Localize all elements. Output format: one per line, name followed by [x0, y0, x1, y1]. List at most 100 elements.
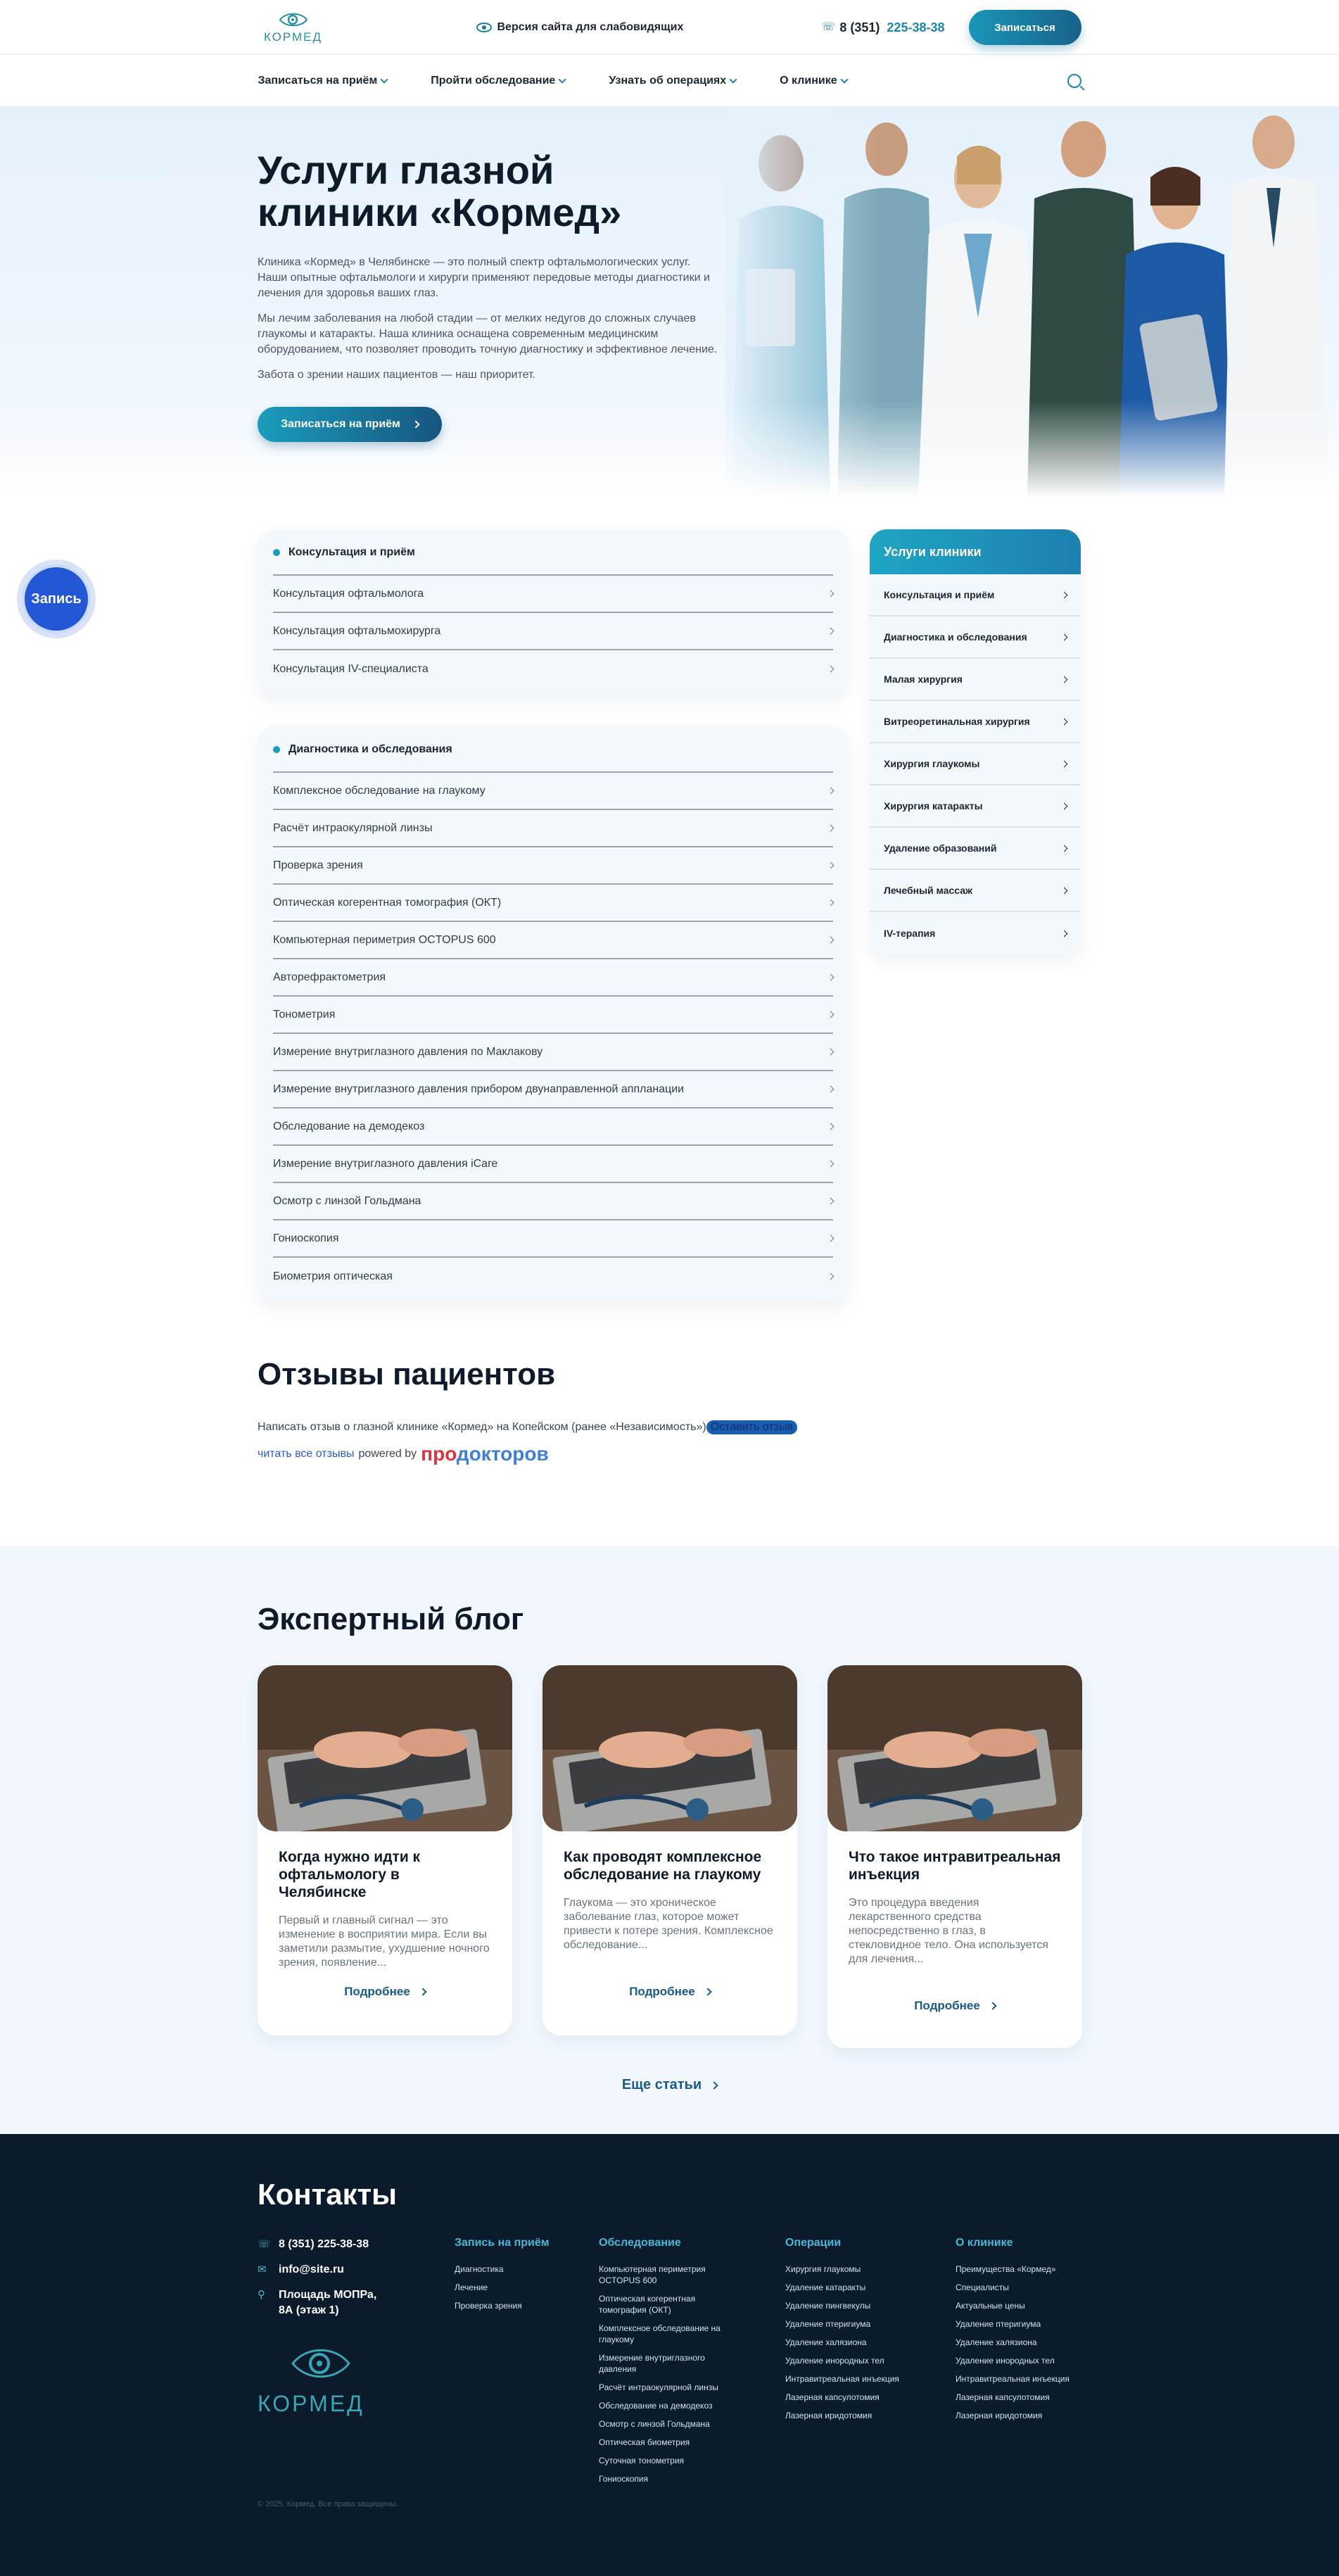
service-row[interactable]: Осмотр с линзой Гольдмана [273, 1183, 835, 1220]
footer-link[interactable]: Осмотр с линзой Гольдмана [599, 2418, 740, 2430]
footer-phone[interactable]: ☏ 8 (351) 225-38-38 [258, 2237, 376, 2252]
service-row[interactable]: Измерение внутриглазного давления по Мак… [273, 1034, 835, 1071]
sidebar-item[interactable]: Витреоретинальная хирургия [870, 701, 1081, 743]
floating-appointment-button[interactable]: Запись [17, 560, 96, 638]
sidebar-item[interactable]: Диагностика и обследования [870, 617, 1081, 659]
service-row[interactable]: Проверка зрения [273, 847, 835, 885]
nav-item-operations[interactable]: Узнать об операциях [609, 75, 737, 87]
service-row[interactable]: Гониоскопия [273, 1220, 835, 1258]
logo[interactable]: КОРМЕД [258, 11, 329, 44]
footer: Контакты ☏ 8 (351) 225-38-38 ✉ info@site.r… [0, 2134, 1339, 2576]
sidebar-item[interactable]: IV-терапия [870, 912, 1081, 954]
nav-item-about[interactable]: О клинике [780, 75, 849, 87]
read-more-label: Подробнее [344, 1985, 410, 1998]
low-vision-link[interactable]: Версия сайта для слабовидящих [476, 21, 683, 34]
service-label: Оптическая когерентная томография (ОКТ) [273, 896, 502, 909]
footer-link[interactable]: Специалисты [956, 2282, 1070, 2293]
footer-link[interactable]: Удаление птеригиума [785, 2318, 899, 2330]
service-row[interactable]: Биометрия оптическая [273, 1258, 835, 1295]
sidebar-item[interactable]: Консультация и приём [870, 574, 1081, 617]
footer-link[interactable]: Лазерная капсулотомия [785, 2392, 899, 2403]
service-row[interactable]: Консультация офтальмолога [273, 576, 835, 613]
footer-logo[interactable]: КОРМЕД [258, 2342, 377, 2420]
blog-card[interactable]: Как проводят комплексное обследование на… [542, 1665, 797, 2035]
service-row[interactable]: Измерение внутриглазного давления iCare [273, 1146, 835, 1183]
footer-link[interactable]: Суточная тонометрия [599, 2455, 740, 2466]
service-row[interactable]: Комплексное обследование на глаукому [273, 773, 835, 810]
read-all-reviews-link[interactable]: читать все отзывы [258, 1448, 354, 1460]
footer-link[interactable]: Оптическая биометрия [599, 2437, 740, 2448]
footer-link[interactable]: Лазерная капсулотомия [956, 2392, 1070, 2403]
phone-icon: ☏ [258, 2238, 271, 2250]
service-row[interactable]: Измерение внутриглазного давления прибор… [273, 1071, 835, 1109]
footer-link[interactable]: Обследование на демодекоз [599, 2400, 740, 2411]
footer-link[interactable]: Удаление инородных тел [956, 2355, 1070, 2366]
service-row[interactable]: Авторефрактометрия [273, 959, 835, 997]
mail-icon: ✉ [258, 2264, 267, 2275]
sidebar-item[interactable]: Хирургия катаракты [870, 785, 1081, 828]
service-row[interactable]: Консультация IV-специалиста [273, 650, 835, 688]
footer-link[interactable]: Удаление пингвекулы [785, 2300, 899, 2311]
sidebar-item[interactable]: Хирургия глаукомы [870, 743, 1081, 785]
read-more-label: Подробнее [914, 1999, 980, 2012]
service-row[interactable]: Обследование на демодекоз [273, 1109, 835, 1146]
chevron-down-icon [558, 75, 566, 84]
powered-by-label: powered by [358, 1448, 417, 1460]
footer-link[interactable]: Проверка зрения [455, 2300, 550, 2311]
hero-signup-button[interactable]: Записаться на приём [258, 407, 442, 442]
footer-email[interactable]: ✉ info@site.ru [258, 2262, 376, 2278]
footer-link[interactable]: Хирургия глаукомы [785, 2264, 899, 2275]
chevron-right-icon [827, 1273, 835, 1280]
service-label: Гониоскопия [273, 1232, 339, 1244]
hero-section: Услуги глазной клиники «Кормед» Клиника … [0, 107, 1339, 498]
post-image [542, 1665, 797, 1831]
blog-card[interactable]: Когда нужно идти к офтальмологу в Челяби… [258, 1665, 512, 2035]
leave-review-button[interactable]: Оставить отзыв [706, 1420, 797, 1434]
sidebar-item[interactable]: Малая хирургия [870, 659, 1081, 701]
prodoctorov-logo[interactable]: продокторов [421, 1443, 549, 1465]
more-articles-label: Еще статьи [621, 2077, 702, 2092]
footer-link[interactable]: Измерение внутриглазного давления [599, 2352, 740, 2375]
reviews-title: Отзывы пациентов [258, 1357, 556, 1391]
read-more-link[interactable]: Подробнее [258, 1985, 512, 1999]
footer-link[interactable]: Удаление птеригиума [956, 2318, 1070, 2330]
search-icon[interactable] [1067, 74, 1081, 88]
service-row[interactable]: Тонометрия [273, 997, 835, 1034]
footer-link[interactable]: Диагностика [455, 2264, 550, 2275]
nav-label: Пройти обследование [431, 75, 556, 87]
sidebar-item-label: Лечебный массаж [884, 885, 972, 896]
footer-link[interactable]: Удаление катаракты [785, 2282, 899, 2293]
footer-link[interactable]: Удаление халязиона [956, 2337, 1070, 2348]
header-phone[interactable]: ☏ 8 (351) 225-38-38 [821, 20, 944, 35]
footer-link[interactable]: Актуальные цены [956, 2300, 1070, 2311]
footer-link[interactable]: Компьютерная периметрия OCTOPUS 600 [599, 2264, 740, 2286]
header-signup-button[interactable]: Записаться [968, 10, 1081, 45]
read-more-link[interactable]: Подробнее [827, 1999, 1082, 2013]
service-row[interactable]: Оптическая когерентная томография (ОКТ) [273, 885, 835, 922]
footer-link[interactable]: Лечение [455, 2282, 550, 2293]
blog-card[interactable]: Что такое интравитреальная инъекция Это … [827, 1665, 1082, 2048]
more-articles-link[interactable]: Еще статьи [0, 2077, 1339, 2093]
laptop-photo [258, 1665, 512, 1831]
service-row[interactable]: Расчёт интраокулярной линзы [273, 810, 835, 847]
sidebar-item[interactable]: Удаление образований [870, 828, 1081, 870]
reviews-widget-footer: читать все отзывы powered by продокторов [258, 1443, 1081, 1465]
footer-link[interactable]: Интравитреальная инъекция [956, 2373, 1070, 2385]
service-row[interactable]: Консультация офтальмохирурга [273, 613, 835, 650]
footer-link[interactable]: Преимущества «Кормед» [956, 2264, 1070, 2275]
footer-link[interactable]: Удаление халязиона [785, 2337, 899, 2348]
nav-item-appointment[interactable]: Записаться на приём [258, 75, 388, 87]
footer-link[interactable]: Интравитреальная инъекция [785, 2373, 899, 2385]
service-label: Авторефрактометрия [273, 971, 386, 983]
footer-link[interactable]: Оптическая когерентная томография (ОКТ) [599, 2293, 740, 2316]
footer-link[interactable]: Расчёт интраокулярной линзы [599, 2382, 740, 2393]
footer-link[interactable]: Удаление инородных тел [785, 2355, 899, 2366]
sidebar-item[interactable]: Лечебный массаж [870, 870, 1081, 912]
service-row[interactable]: Компьютерная периметрия OCTOPUS 600 [273, 922, 835, 959]
footer-link[interactable]: Комплексное обследование на глаукому [599, 2323, 740, 2345]
footer-link[interactable]: Гониоскопия [599, 2473, 740, 2485]
read-more-link[interactable]: Подробнее [542, 1985, 797, 1999]
footer-link[interactable]: Лазерная иридотомия [785, 2410, 899, 2421]
footer-link[interactable]: Лазерная иридотомия [956, 2410, 1070, 2421]
nav-item-examination[interactable]: Пройти обследование [431, 75, 566, 87]
